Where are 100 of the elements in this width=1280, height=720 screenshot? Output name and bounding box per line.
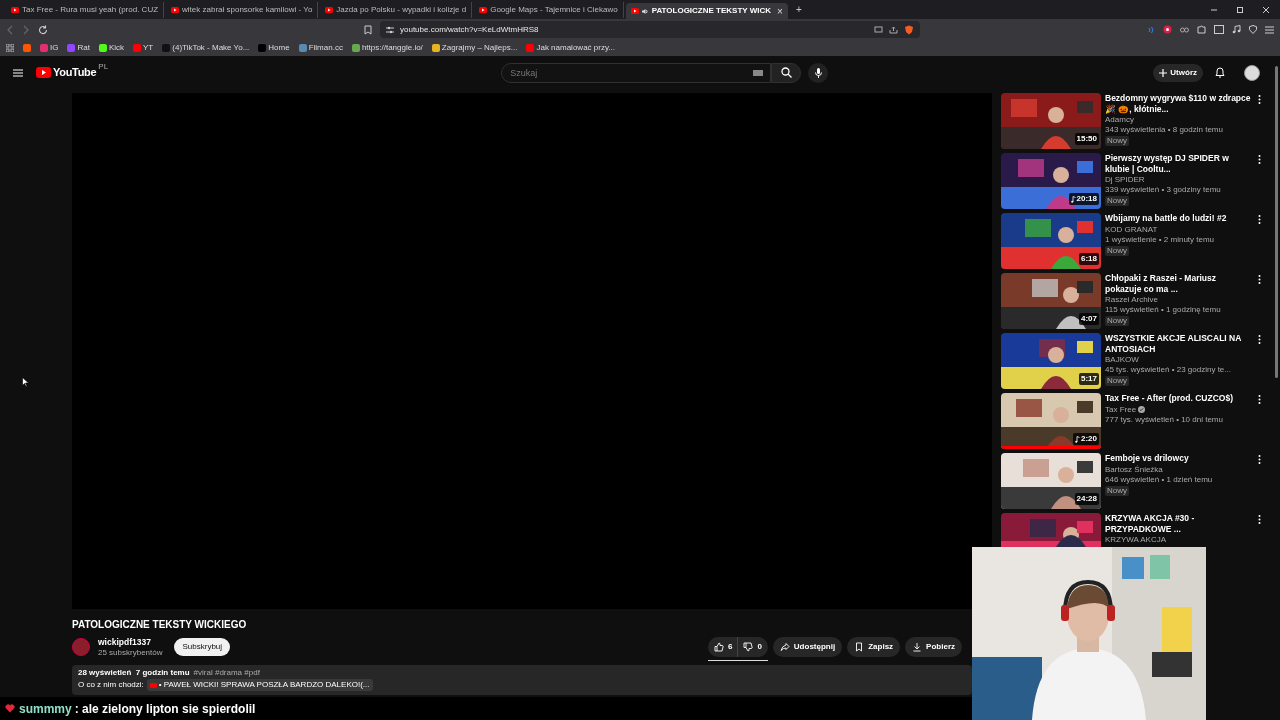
region-label: PL [98,61,109,74]
more-options-icon[interactable] [1258,515,1261,524]
video-title[interactable]: Tax Free - After (prod. CUZCO$) [1105,393,1254,404]
new-tab-button[interactable]: + [795,2,802,17]
tab-title: Jazda po Polsku - wypadki i kolizje d [336,3,467,16]
search-field[interactable]: Szukaj [501,62,772,83]
video-title[interactable]: Femboje vs drilowcy [1105,453,1254,464]
sound-icon[interactable] [1147,25,1155,34]
site-settings-icon[interactable] [386,25,394,34]
video-title[interactable]: KRZYWA AKCJA #30 - PRZYPADKOWE ... [1105,513,1254,534]
bookmark[interactable]: Filman.cc [298,42,343,54]
play-logo-icon [149,682,157,688]
voice-search-button[interactable] [808,62,829,83]
channel-name[interactable]: wickipdf1337 [98,636,163,648]
search-input[interactable]: Szukaj [510,64,750,81]
bookmark[interactable]: Rat [67,42,90,54]
duration-label: 20:18 [1068,193,1099,205]
dislike-button[interactable]: 0 [738,637,768,657]
channel-name[interactable]: Adamcy [1105,115,1134,125]
duration-label: 5:17 [1079,373,1099,385]
menu-icon[interactable] [1265,25,1274,34]
duration-label: 4:07 [1079,313,1099,325]
action-button[interactable]: Udostępnij [772,637,843,657]
search-button[interactable] [771,62,802,83]
apps-icon[interactable] [6,44,14,52]
more-options-icon[interactable] [1258,215,1261,224]
bookmark-icon[interactable] [364,24,372,35]
scrollbar[interactable] [1275,66,1278,378]
speaker-icon[interactable] [641,7,649,15]
record-icon[interactable] [1163,25,1172,34]
channel-name[interactable]: BAJKOW [1105,355,1139,365]
view-stats: 28 wyświetleń 7 godzin temu [78,667,190,679]
hashtags[interactable]: #viral #drama #pdf [193,667,260,679]
bookmark-icon [854,642,865,652]
keyboard-icon[interactable] [753,69,764,76]
action-button[interactable]: Zapisz [847,637,901,657]
bookmark[interactable]: Home [258,42,290,54]
more-options-icon[interactable] [1258,455,1261,464]
create-button[interactable]: Utwórz [1153,63,1203,82]
shield-icon[interactable] [904,24,914,35]
more-options-icon[interactable] [1258,95,1261,104]
music-icon[interactable] [1232,25,1241,34]
video-meta: 1 wyświetlenie • 2 minuty temu [1105,234,1216,245]
share-icon [779,642,790,652]
browser-tab[interactable]: Google Maps - Tajemnice i Ciekawo [474,1,624,18]
video-title[interactable]: Pierwszy występ DJ SPIDER w klubie | Cooltu... [1105,153,1254,174]
channel-avatar[interactable] [72,638,90,656]
close-tab-button[interactable]: × [777,3,783,19]
favicon-icon [630,8,639,14]
sidebar-icon[interactable] [1214,25,1224,34]
browser-tab[interactable]: PATOLOGICZNE TEKSTY WICK × [625,3,788,19]
bookmark[interactable]: YT [133,42,154,54]
video-title: PATOLOGICZNE TEKSTY WICKIEGO [72,618,248,632]
address-bar[interactable]: youtube.com/watch?v=KeLdWtmHRS8 [380,21,920,38]
notifications-icon[interactable] [1215,67,1225,78]
channel-name[interactable]: KOD GRANAT [1105,224,1158,235]
tab-title: witek zabrał sponsorke kamilowi - Yo [182,3,313,16]
more-options-icon[interactable] [1258,275,1261,284]
bookmark[interactable]: Kick [98,42,125,54]
bookmark[interactable]: Zagrajmy – Najleps... [431,42,518,54]
heart-icon [5,704,15,713]
bookmark[interactable]: IG [40,42,59,54]
video-title[interactable]: Chłopaki z Raszei - Mariusz pokazuje co ma ... [1105,273,1254,294]
reload-icon[interactable] [38,24,48,35]
bookmark[interactable]: Jak namalować przy... [526,42,615,54]
bookmark[interactable]: https://tanggle.io/ [351,42,423,54]
browser-tab[interactable]: witek zabrał sponsorke kamilowi - Yo [166,1,319,18]
channel-name[interactable]: Bartosz Śnieżka [1105,464,1163,475]
new-badge: Nowy [1105,316,1129,326]
description-panel[interactable]: 28 wyświetleń 7 godzin temu #viral #drama #pdf O co z nim chodzi: • PAWEŁ WICKI! SPRAWA POSZŁA BARDZO DALEKO!(... [72,665,972,695]
close-icon[interactable] [1262,5,1270,14]
avatar[interactable] [1244,64,1260,81]
url-text: youtube.com/watch?v=KeLdWtmHRS8 [400,23,539,36]
like-button[interactable]: 6 [707,637,739,657]
chat-username: summmy [19,700,72,718]
browser-tab[interactable]: Jazda po Polsku - wypadki i kolizje d [320,1,473,18]
more-options-icon[interactable] [1258,335,1261,344]
video-title[interactable]: Bezdomny wygrywa $110 w zdrapce 🎉 🎃, kłótnie... [1105,93,1254,114]
action-button[interactable]: Pobierz [905,637,962,657]
bookmark[interactable]: (4)TikTok - Make Yo... [162,42,250,54]
more-options-icon[interactable] [1258,155,1261,164]
channel-name[interactable]: Raszei Archive [1105,295,1158,305]
favicon-icon [171,6,180,13]
video-title[interactable]: Wbijamy na battle do ludzi! #2 [1105,213,1254,224]
channel-name[interactable]: Tax Free [1105,404,1137,415]
browser-tab[interactable]: Tax Free - Rura musi yeah (prod. CUZ [6,1,165,18]
extension-icon[interactable] [1180,25,1189,34]
puzzle-icon[interactable] [1197,25,1206,34]
channel-name[interactable]: Dj SPIDER [1105,175,1145,185]
more-options-icon[interactable] [1258,395,1261,404]
cast-icon[interactable] [874,25,883,34]
shield-icon[interactable] [1249,25,1257,34]
share-icon[interactable] [889,25,898,34]
channel-name[interactable]: KRZYWA AKCJA [1105,535,1167,545]
subscribe-button[interactable]: Subskrybuj [174,638,231,656]
restore-icon[interactable] [1236,5,1244,14]
video-meta: 777 tys. wyświetleń • 10 dni temu [1105,414,1224,425]
video-title[interactable]: WSZYSTKIE AKCJE ALISCALI NA ANTOSIACH [1105,333,1254,354]
video-meta: 45 tys. wyświetleń • 23 godziny te... [1105,365,1232,375]
description-text: O co z nim chodzi: [78,679,144,691]
